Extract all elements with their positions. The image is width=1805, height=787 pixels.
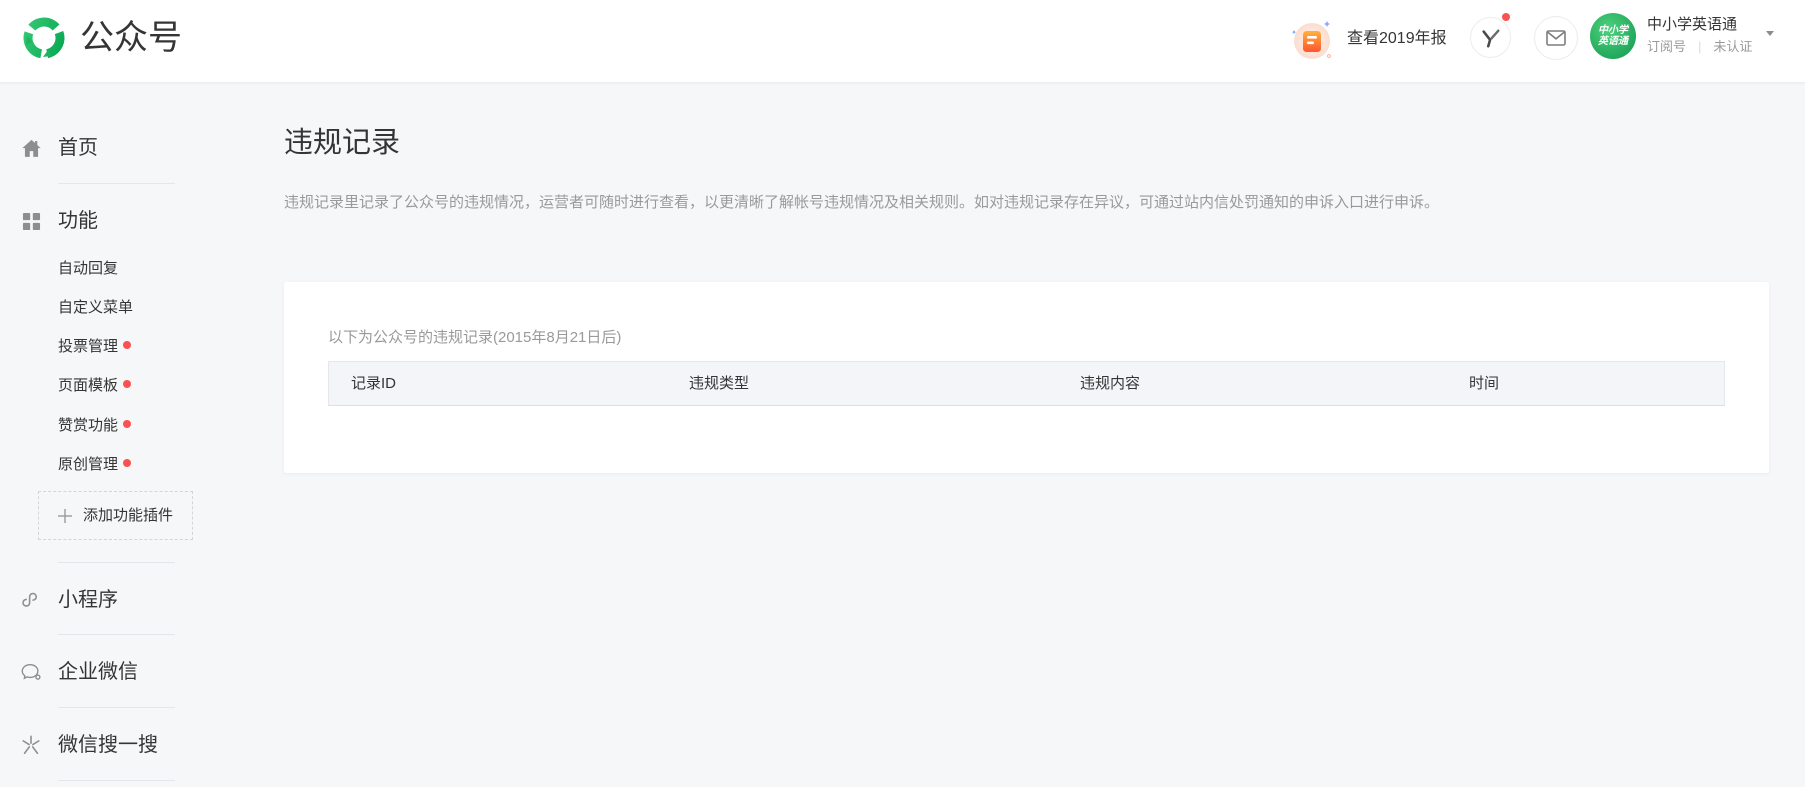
page: 公众号 查看2019年报 中小学 英语通 中小学英语通 订阅号 | 未认证 首页… [0,0,1805,787]
new-badge-dot [123,341,132,349]
notification-badge-dot [1502,13,1510,21]
annual-report-icon [1291,19,1333,61]
sidebar-item-mini-program[interactable]: 小程序 [0,580,200,620]
sidebar-divider [58,634,175,635]
sidebar-item-appreciation[interactable]: 赞赏功能 [58,409,198,439]
sidebar-divider [58,183,175,184]
sidebar-item-label: 微信搜一搜 [58,734,158,756]
sidebar-item-wechat-search[interactable]: 微信搜一搜 [0,725,200,765]
mail-icon [1544,26,1568,50]
new-badge-dot [123,459,132,467]
avatar-text-line1: 中小学 [1598,25,1628,36]
records-table-header: 记录ID 违规类型 违规内容 时间 [328,361,1725,406]
grid-icon [20,210,42,232]
account-name[interactable]: 中小学英语通 [1647,15,1737,35]
annual-report-label: 查看2019年报 [1347,30,1447,47]
sidebar-item-label: 自动回复 [58,259,119,277]
account-avatar[interactable]: 中小学 英语通 [1590,13,1636,59]
sidebar-item-auto-reply[interactable]: 自动回复 [58,252,198,282]
top-header: 公众号 查看2019年报 中小学 英语通 中小学英语通 订阅号 | 未认证 [0,0,1805,83]
work-wechat-icon [20,661,42,683]
home-icon [20,137,42,159]
sidebar-item-work-wechat[interactable]: 企业微信 [0,652,200,692]
sidebar-item-custom-menu[interactable]: 自定义菜单 [58,291,198,321]
mini-program-icon [20,589,42,611]
new-badge-dot [123,420,132,428]
column-header-record-id: 记录ID [351,375,397,392]
sidebar-item-vote-management[interactable]: 投票管理 [58,330,198,360]
sidebar-item-home[interactable]: 首页 [0,128,200,168]
add-plugin-label: 添加功能插件 [83,507,174,524]
account-meta-separator: | [1698,39,1702,54]
sidebar-item-label: 投票管理 [58,337,119,355]
new-badge-dot [123,380,132,388]
sidebar-item-label: 原创管理 [58,455,119,473]
page-title: 违规记录 [284,127,401,159]
column-header-time: 时间 [1469,375,1500,392]
sidebar-item-original-management[interactable]: 原创管理 [58,448,198,478]
sidebar-divider [58,562,175,563]
account-type: 订阅号 [1647,39,1687,54]
logo[interactable]: 公众号 [21,15,191,61]
column-header-violation-content: 违规内容 [1080,375,1141,392]
assistant-button[interactable] [1470,17,1511,58]
page-description: 违规记录里记录了公众号的违规情况，运营者可随时进行查看，以更清晰了解帐号违规情况… [284,194,1440,211]
sidebar-item-label: 自定义菜单 [58,298,134,316]
account-meta: 订阅号 | 未认证 [1647,38,1752,56]
sidebar-item-label: 首页 [58,137,98,159]
add-plugin-button[interactable]: 添加功能插件 [38,491,193,540]
y-icon [1480,27,1502,49]
sidebar-item-label: 功能 [58,210,98,232]
sidebar-item-label: 页面模板 [58,376,119,394]
sidebar-item-label: 小程序 [58,589,118,611]
sidebar-item-label: 赞赏功能 [58,416,119,434]
verify-status: 未认证 [1713,39,1753,54]
avatar-text-line2: 英语通 [1598,36,1628,47]
annual-report-link[interactable]: 查看2019年报 [1291,19,1451,61]
sidebar-item-label: 企业微信 [58,661,138,683]
column-header-violation-type: 违规类型 [689,375,750,392]
sidebar-item-features[interactable]: 功能 [0,201,200,241]
sidebar-divider [58,780,175,781]
sidebar-divider [58,707,175,708]
records-card: 以下为公众号的违规记录(2015年8月21日后) 记录ID 违规类型 违规内容 … [284,282,1769,473]
search-sparkle-icon [20,734,42,756]
sidebar-item-page-templates[interactable]: 页面模板 [58,369,198,399]
messages-button[interactable] [1534,16,1578,60]
chevron-down-icon[interactable] [1766,31,1774,36]
official-accounts-logo-icon [21,15,67,61]
plus-icon [57,508,73,524]
logo-text: 公众号 [80,19,182,57]
records-intro: 以下为公众号的违规记录(2015年8月21日后) [328,329,622,346]
